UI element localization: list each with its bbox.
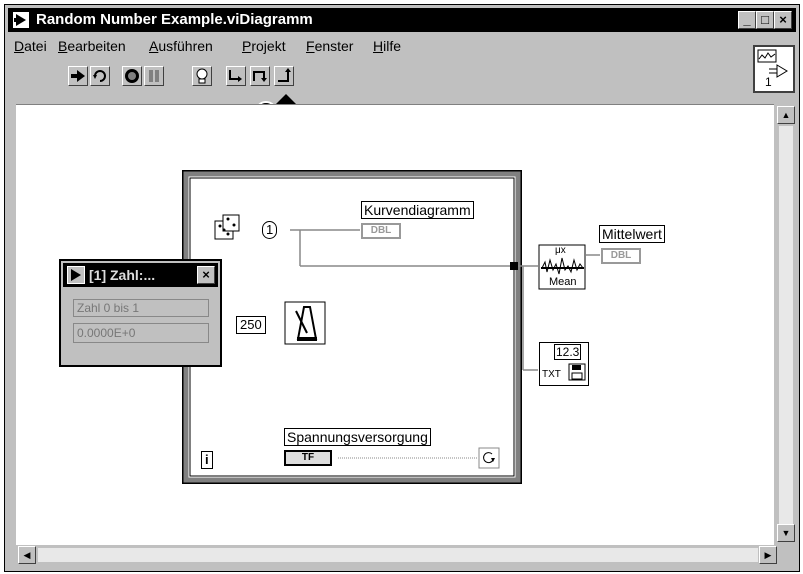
mean-terminal[interactable]: DBL	[601, 248, 641, 264]
chart-label[interactable]: Kurvendiagramm	[361, 201, 474, 219]
wait-constant[interactable]: 250	[236, 316, 266, 334]
horizontal-scroll-track[interactable]	[38, 548, 758, 562]
size-grip[interactable]	[779, 548, 796, 565]
mean-node-symbol: μx	[555, 245, 566, 256]
numeric-constant-1[interactable]: 1	[262, 221, 278, 239]
file-node-number: 12.3	[554, 344, 582, 360]
probe-window[interactable]: [1] Zahl:... × Zahl 0 bis 1 0.0000E+0	[59, 259, 222, 367]
stop-terminal[interactable]: TF	[284, 450, 332, 466]
horizontal-scrollbar[interactable]: ◀ ▶	[16, 546, 777, 565]
probe-run-icon	[67, 266, 85, 284]
probe-close-button[interactable]: ×	[197, 266, 215, 284]
probe-label: Zahl 0 bis 1	[73, 299, 209, 317]
vertical-scrollbar[interactable]: ▲ ▼	[777, 104, 796, 544]
floppy-disk-icon	[568, 363, 586, 381]
metronome-icon[interactable]	[284, 301, 326, 345]
write-text-file-node[interactable]: 12.3 TXT	[539, 342, 589, 386]
probe-title: [1] Zahl:...	[89, 267, 156, 283]
dice-icon[interactable]	[213, 213, 243, 243]
probe-title-bar[interactable]: [1] Zahl:... ×	[63, 263, 218, 287]
scroll-right-button[interactable]: ▶	[759, 546, 777, 564]
probe-value: 0.0000E+0	[73, 323, 209, 343]
chart-terminal[interactable]: DBL	[361, 223, 401, 239]
vertical-scroll-track[interactable]	[779, 126, 793, 524]
scroll-up-button[interactable]: ▲	[777, 106, 795, 124]
mean-label[interactable]: Mittelwert	[599, 225, 665, 243]
scroll-left-button[interactable]: ◀	[18, 546, 36, 564]
loop-condition-icon[interactable]	[478, 447, 500, 469]
iteration-terminal[interactable]: i	[201, 451, 213, 469]
file-node-txt: TXT	[542, 369, 561, 380]
stop-label[interactable]: Spannungsversorgung	[284, 428, 431, 446]
mean-node-label: Mean	[549, 276, 577, 288]
scroll-down-button[interactable]: ▼	[777, 524, 795, 542]
